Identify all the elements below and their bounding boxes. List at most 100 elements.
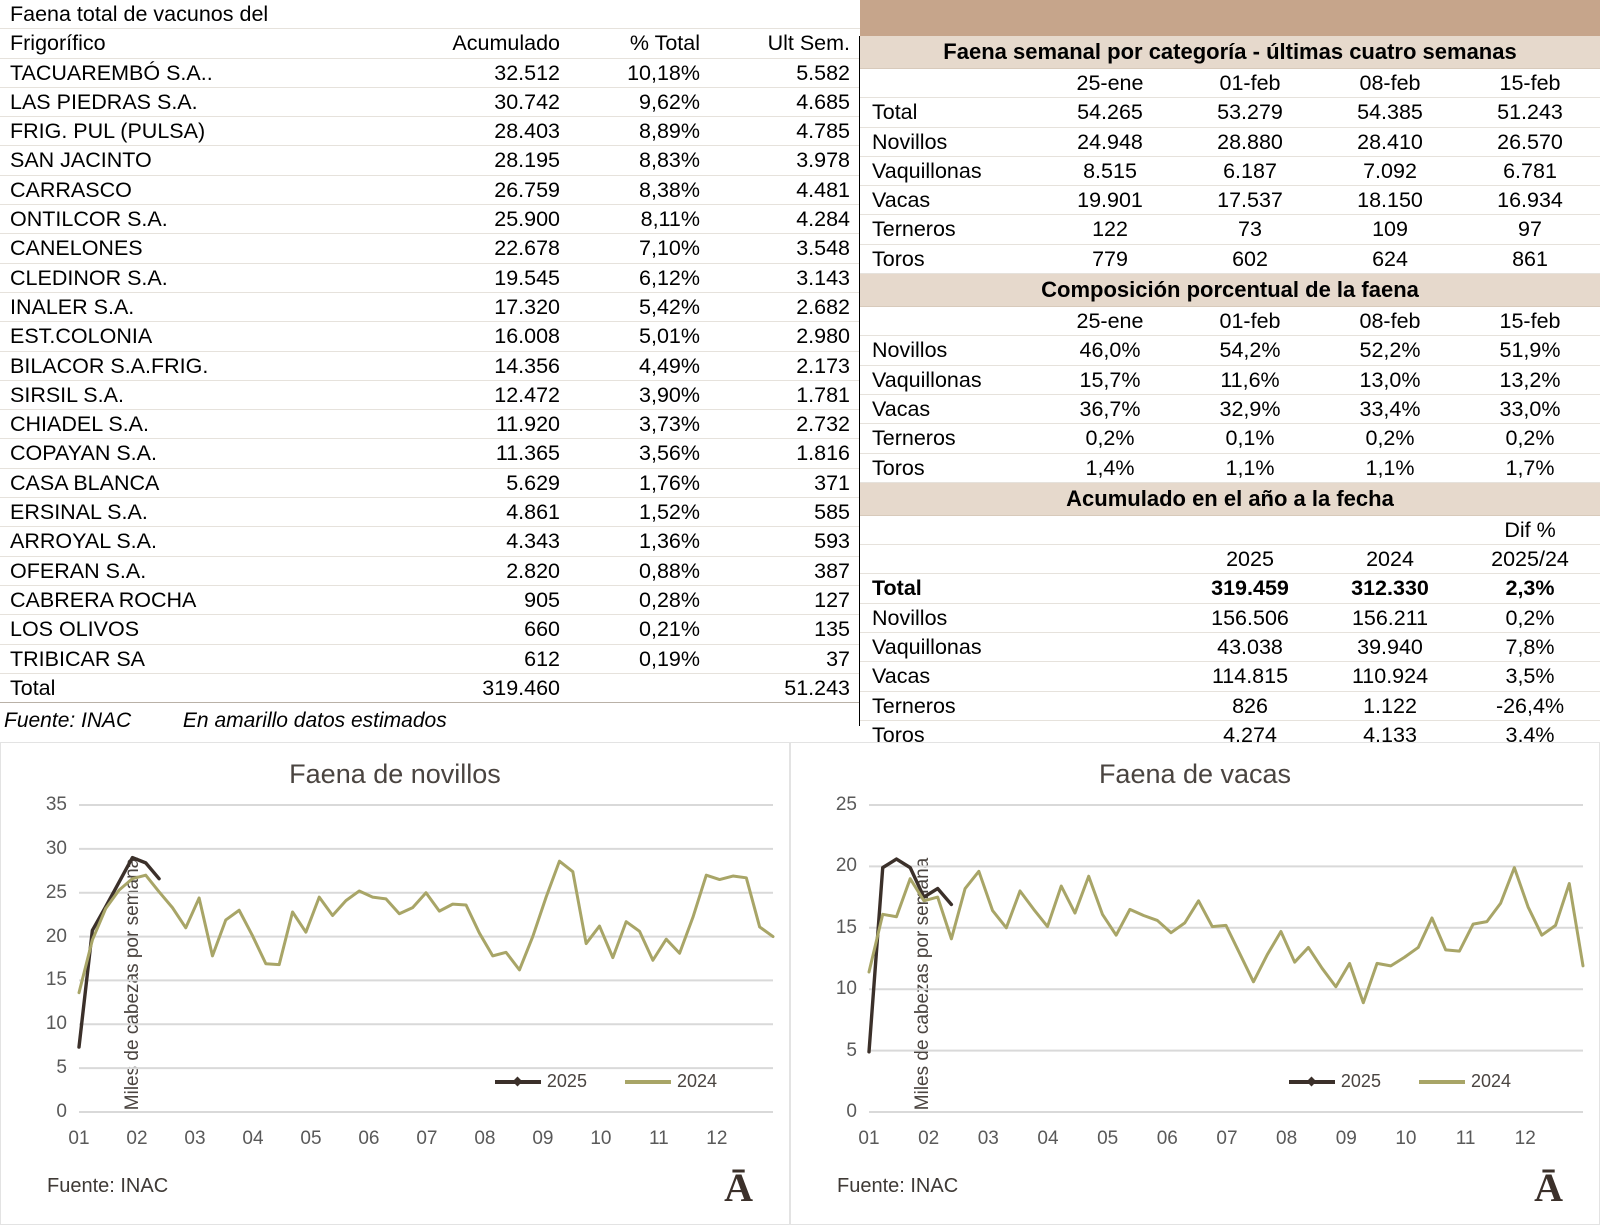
x-tick-label: 04 bbox=[1037, 1128, 1058, 1150]
section3-body: Total319.459312.3302,3%Novillos156.50615… bbox=[860, 574, 1600, 750]
row-value bbox=[1040, 574, 1180, 603]
y-tick-label: 0 bbox=[56, 1101, 67, 1123]
row-value: 97 bbox=[1460, 215, 1600, 244]
table-row: CABRERA ROCHA9050,28%127 bbox=[0, 585, 860, 614]
report-title: Faena total de vacunos del bbox=[0, 0, 430, 29]
frigorifico-pct: 3,90% bbox=[570, 380, 710, 409]
table-row: CANELONES22.6787,10%3.548 bbox=[0, 234, 860, 263]
row-value: 6.781 bbox=[1460, 156, 1600, 185]
left-table-panel: Faena total de vacunos del 08/02 - 15/02… bbox=[0, 0, 860, 740]
frigorifico-ult-sem: 4.785 bbox=[710, 117, 860, 146]
frigorifico-acumulado: 30.742 bbox=[430, 87, 570, 116]
legend-label: 2025 bbox=[547, 1071, 587, 1092]
row-value: 19.901 bbox=[1040, 186, 1180, 215]
frigorifico-acumulado: 26.759 bbox=[430, 175, 570, 204]
row-value: -26,4% bbox=[1460, 691, 1600, 720]
table-row: Novillos46,0%54,2%52,2%51,9% bbox=[860, 336, 1600, 365]
x-tick-label: 02 bbox=[126, 1128, 147, 1150]
report-title-row: Faena total de vacunos del 08/02 - 15/02 bbox=[0, 0, 860, 29]
table-row: Total319.459312.3302,3% bbox=[860, 574, 1600, 603]
row-value: 51.243 bbox=[1460, 98, 1600, 127]
table-row: Terneros1227310997 bbox=[860, 215, 1600, 244]
section2-date-2: 08-feb bbox=[1320, 307, 1460, 336]
section3-title-row: Acumulado en el año a la fecha bbox=[860, 482, 1600, 515]
row-value: 156.506 bbox=[1180, 603, 1320, 632]
frigorifico-pct: 9,62% bbox=[570, 87, 710, 116]
y-tick-label: 5 bbox=[56, 1057, 67, 1079]
section3-subhead-top: Dif % bbox=[860, 515, 1600, 544]
row-value: 52,2% bbox=[1320, 336, 1460, 365]
legend-label: 2024 bbox=[1471, 1071, 1511, 1092]
x-tick-label: 11 bbox=[649, 1128, 669, 1150]
row-label: Total bbox=[860, 98, 1040, 127]
x-tick-label: 08 bbox=[1276, 1128, 1297, 1150]
left-table-footnote: Fuente: INAC En amarillo datos estimados bbox=[0, 703, 860, 733]
section1-date-header: 25-ene 01-feb 08-feb 15-feb bbox=[860, 69, 1600, 98]
frigorifico-name: CANELONES bbox=[0, 234, 430, 263]
row-value: 114.815 bbox=[1180, 662, 1320, 691]
row-value: 312.330 bbox=[1320, 574, 1460, 603]
frigorifico-ult-sem: 3.143 bbox=[710, 263, 860, 292]
table-row: Novillos156.506156.2110,2% bbox=[860, 603, 1600, 632]
frigorifico-ult-sem: 4.685 bbox=[710, 87, 860, 116]
x-tick-label: 05 bbox=[300, 1128, 321, 1150]
table-row: EST.COLONIA16.0085,01%2.980 bbox=[0, 322, 860, 351]
frigorifico-acumulado: 12.472 bbox=[430, 380, 570, 409]
row-value: 73 bbox=[1180, 215, 1320, 244]
report-date-range: 08/02 - 15/02 bbox=[430, 0, 860, 29]
legend-swatch-2024 bbox=[625, 1080, 671, 1084]
row-value: 0,2% bbox=[1460, 603, 1600, 632]
legend-novillos: 2025 2024 bbox=[495, 1071, 717, 1092]
row-label: Vacas bbox=[860, 186, 1040, 215]
frigorifico-pct: 0,88% bbox=[570, 556, 710, 585]
section2-date-1: 01-feb bbox=[1180, 307, 1320, 336]
row-value: 53.279 bbox=[1180, 98, 1320, 127]
table-row: COPAYAN S.A.11.3653,56%1.816 bbox=[0, 439, 860, 468]
row-value: 43.038 bbox=[1180, 633, 1320, 662]
s3-top-1 bbox=[1040, 515, 1180, 544]
table-row: LOS OLIVOS6600,21%135 bbox=[0, 615, 860, 644]
col-header-ult-sem: Ult Sem. bbox=[710, 29, 860, 58]
row-label: Toros bbox=[860, 244, 1040, 273]
legend-label: 2024 bbox=[677, 1071, 717, 1092]
series-line-2025 bbox=[869, 859, 951, 1052]
row-value: 54.265 bbox=[1040, 98, 1180, 127]
row-label: Vaquillonas bbox=[860, 156, 1040, 185]
frigorifico-acumulado: 19.545 bbox=[430, 263, 570, 292]
row-value: 7.092 bbox=[1320, 156, 1460, 185]
frigorifico-pct: 1,52% bbox=[570, 498, 710, 527]
y-tick-label: 30 bbox=[46, 838, 67, 860]
frigorifico-name: SIRSIL S.A. bbox=[0, 380, 430, 409]
frigorifico-name: CASA BLANCA bbox=[0, 468, 430, 497]
frigorifico-acumulado: 25.900 bbox=[430, 205, 570, 234]
table-row: CHIADEL S.A.11.9203,73%2.732 bbox=[0, 410, 860, 439]
row-label: Novillos bbox=[860, 127, 1040, 156]
frigorifico-name: COPAYAN S.A. bbox=[0, 439, 430, 468]
table-row: ONTILCOR S.A.25.9008,11%4.284 bbox=[0, 205, 860, 234]
frigorifico-acumulado: 11.920 bbox=[430, 410, 570, 439]
table-row: Vaquillonas15,7%11,6%13,0%13,2% bbox=[860, 365, 1600, 394]
row-value: 319.459 bbox=[1180, 574, 1320, 603]
row-value: 17.537 bbox=[1180, 186, 1320, 215]
y-tick-label: 10 bbox=[46, 1013, 67, 1035]
frigorifico-ult-sem: 4.481 bbox=[710, 175, 860, 204]
frigorifico-acumulado: 660 bbox=[430, 615, 570, 644]
table-row: Toros779602624861 bbox=[860, 244, 1600, 273]
x-tick-label: 12 bbox=[706, 1128, 727, 1150]
x-tick-label: 04 bbox=[242, 1128, 263, 1150]
frigorifico-pct: 0,21% bbox=[570, 615, 710, 644]
section1-date-3: 15-feb bbox=[1460, 69, 1600, 98]
row-label: Vaquillonas bbox=[860, 633, 1040, 662]
section1-date-1: 01-feb bbox=[1180, 69, 1320, 98]
row-label: Terneros bbox=[860, 691, 1040, 720]
y-tick-label: 20 bbox=[836, 855, 857, 877]
legend-item-2024: 2024 bbox=[1419, 1071, 1511, 1092]
total-ult: 51.243 bbox=[710, 673, 860, 702]
plot-svg-novillos bbox=[79, 805, 773, 1112]
y-tick-label: 35 bbox=[46, 794, 67, 816]
frigorifico-acumulado: 28.403 bbox=[430, 117, 570, 146]
frigorifico-pct: 0,19% bbox=[570, 644, 710, 673]
x-tick-label: 06 bbox=[1157, 1128, 1178, 1150]
frigorifico-acumulado: 11.365 bbox=[430, 439, 570, 468]
legend-swatch-2025 bbox=[1289, 1080, 1335, 1084]
